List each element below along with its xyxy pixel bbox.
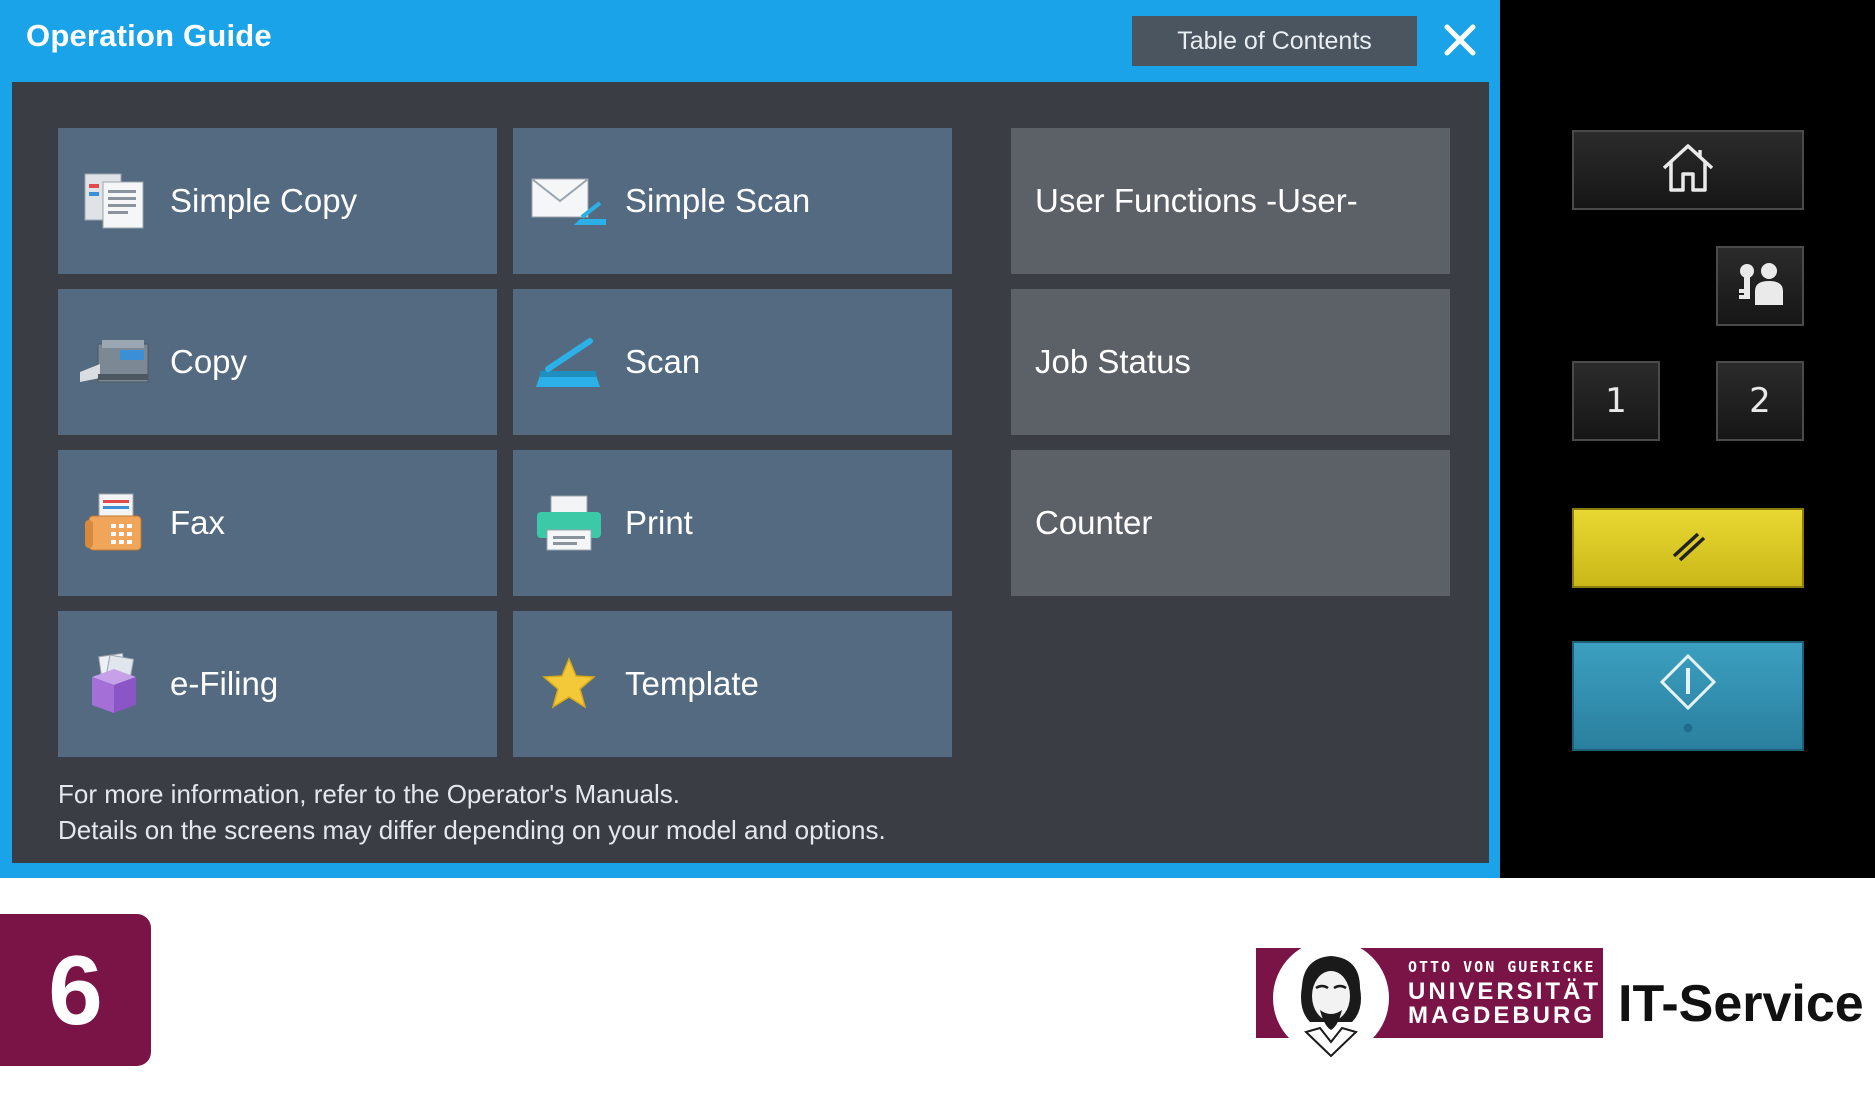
university-line-2: UNIVERSITÄT	[1408, 978, 1602, 1005]
tile-label: Copy	[170, 343, 248, 380]
window-title: Operation Guide	[26, 18, 272, 53]
reset-button[interactable]	[1572, 508, 1804, 588]
tile-label: Print	[625, 504, 693, 541]
tile-print[interactable]: Print	[513, 450, 952, 596]
simple-copy-icon	[74, 161, 154, 241]
guericke-portrait-icon	[1272, 940, 1390, 1064]
tile-e-filing[interactable]: e-Filing	[58, 611, 497, 757]
fax-icon	[74, 483, 154, 563]
tile-simple-copy[interactable]: Simple Copy	[58, 128, 497, 274]
tile-label: Counter	[1035, 504, 1153, 541]
tile-label: Scan	[625, 343, 701, 380]
tile-label: e-Filing	[170, 665, 279, 702]
tile-scan[interactable]: Scan	[513, 289, 952, 435]
table-of-contents-button[interactable]: Table of Contents	[1132, 16, 1417, 66]
scan-to-email-icon	[529, 161, 609, 241]
it-service-label: IT-Service	[1618, 975, 1864, 1033]
university-logo: OTTO VON GUERICKE UNIVERSITÄT MAGDEBURG	[1256, 940, 1603, 1058]
tile-copy[interactable]: Copy	[58, 289, 497, 435]
user-access-button[interactable]	[1716, 246, 1804, 326]
tile-label: Fax	[170, 504, 226, 541]
home-button[interactable]	[1572, 130, 1804, 210]
start-icon	[1658, 648, 1718, 744]
hardware-console: 1 2	[1500, 0, 1875, 878]
star-icon	[529, 644, 609, 724]
function-menu: Simple Copy Copy Fax e-Filing Simple Sca…	[12, 82, 1489, 863]
start-button[interactable]	[1572, 641, 1804, 751]
printer-icon	[529, 483, 609, 563]
copier-icon	[74, 322, 154, 402]
tile-label: Job Status	[1035, 343, 1191, 380]
footnote-line-2: Details on the screens may differ depend…	[58, 815, 886, 845]
chapter-number-badge: 6	[0, 914, 151, 1066]
tile-label: Template	[625, 665, 759, 702]
user-key-icon	[1733, 261, 1787, 311]
university-line-1: OTTO VON GUERICKE	[1408, 958, 1596, 976]
tile-user-functions[interactable]: User Functions -User-	[1011, 128, 1450, 274]
reset-icon	[1668, 526, 1708, 570]
tile-template[interactable]: Template	[513, 611, 952, 757]
e-filing-box-icon	[74, 644, 154, 724]
close-icon[interactable]	[1440, 20, 1480, 60]
tile-simple-scan[interactable]: Simple Scan	[513, 128, 952, 274]
preset-2-button[interactable]: 2	[1716, 361, 1804, 441]
footnote: For more information, refer to the Opera…	[58, 776, 886, 848]
home-icon	[1660, 142, 1716, 198]
tile-label: Simple Copy	[170, 182, 358, 219]
tile-label: Simple Scan	[625, 182, 811, 219]
footnote-line-1: For more information, refer to the Opera…	[58, 779, 680, 809]
preset-1-button[interactable]: 1	[1572, 361, 1660, 441]
university-line-3: MAGDEBURG	[1408, 1002, 1595, 1029]
title-bar: Operation Guide Table of Contents	[0, 0, 1500, 82]
tile-fax[interactable]: Fax	[58, 450, 497, 596]
tile-label: User Functions -User-	[1035, 182, 1358, 219]
tile-job-status[interactable]: Job Status	[1011, 289, 1450, 435]
operation-guide-window: Operation Guide Table of Contents Simple…	[0, 0, 1500, 878]
tile-counter[interactable]: Counter	[1011, 450, 1450, 596]
scanner-icon	[529, 322, 609, 402]
